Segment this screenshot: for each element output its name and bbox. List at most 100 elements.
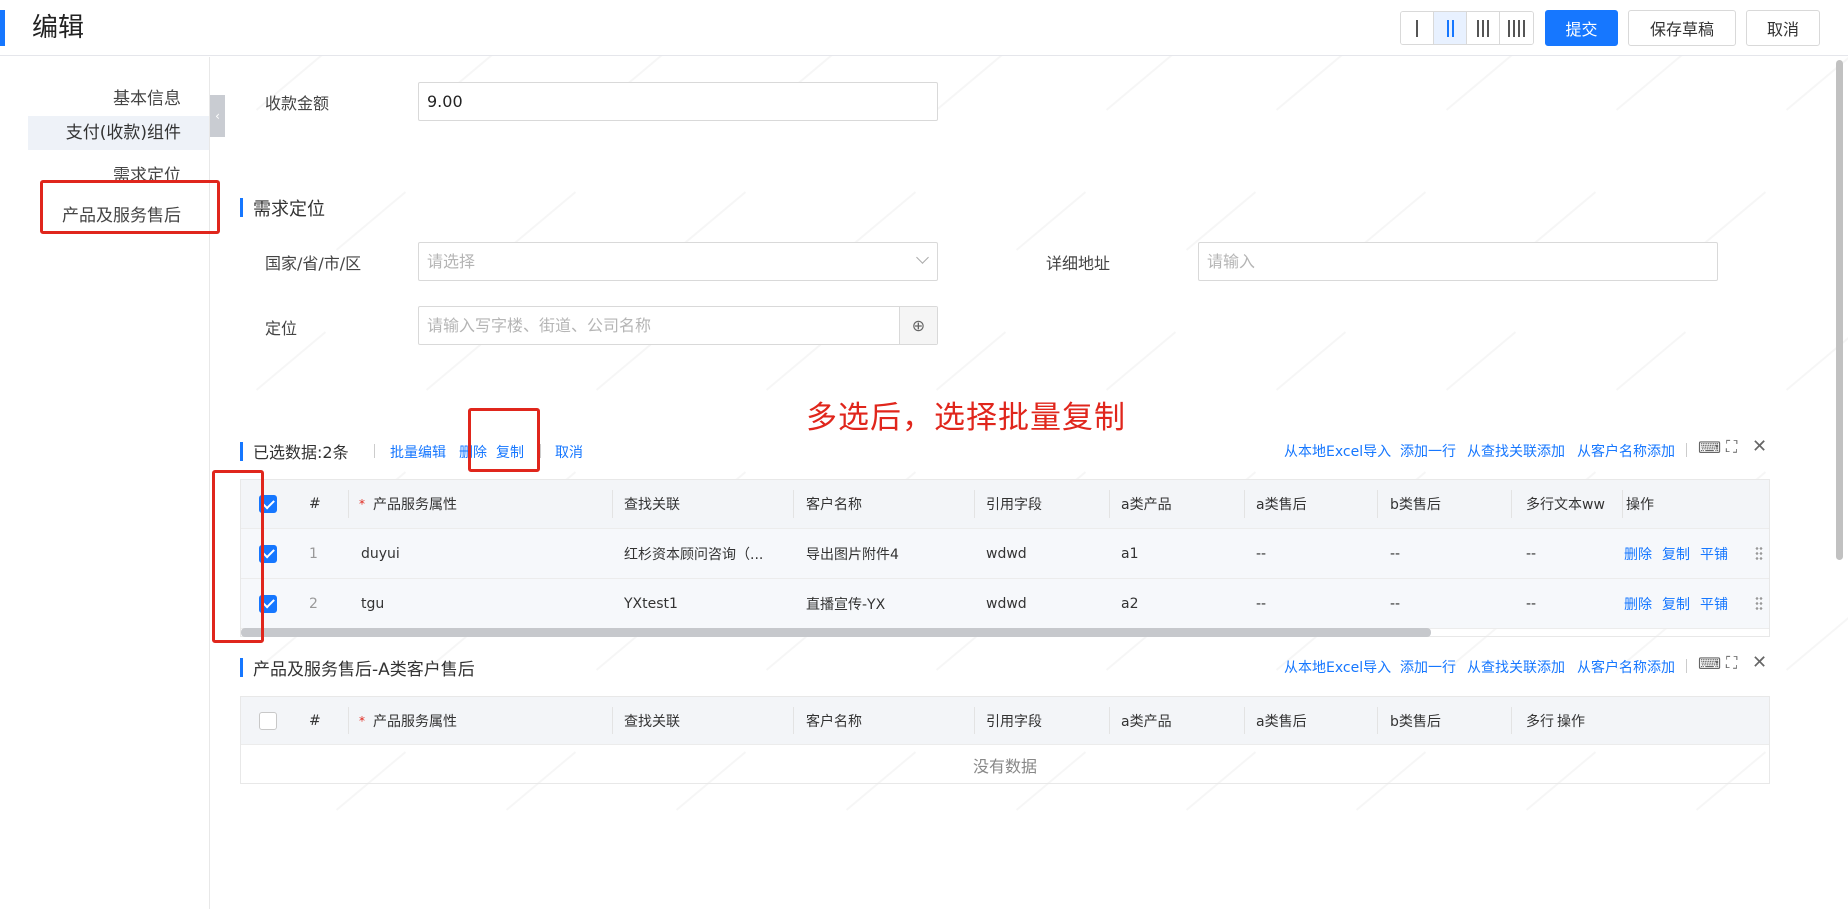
cell-lookup[interactable]: 红杉资本顾问咨询（... (624, 529, 763, 578)
row-delete-link[interactable]: 删除 (1624, 594, 1652, 614)
cell-lookup[interactable]: YXtest1 (624, 579, 678, 628)
drag-handle-icon[interactable] (1755, 546, 1763, 562)
toolbar-divider (1686, 659, 1687, 673)
watermark-mark (1446, 51, 1516, 110)
address-input[interactable]: 请输入 (1198, 242, 1718, 281)
column-header: a类产品 (1121, 713, 1172, 730)
cell-attr[interactable]: tgu (361, 579, 384, 628)
watermark-mark (1616, 331, 1686, 390)
fullscreen-icon[interactable]: ⛶ (1726, 437, 1737, 457)
required-mark: * (359, 497, 365, 511)
location-label: 定位 (265, 319, 298, 338)
2-column-icon[interactable] (1434, 12, 1467, 44)
close-icon[interactable]: ✕ (1752, 436, 1767, 457)
region-select[interactable]: 请选择 (418, 242, 938, 281)
table-row[interactable]: 2 tgu YXtest1 直播宣传-YX wdwd a2 -- -- -- 删… (241, 579, 1769, 629)
address-label: 详细地址 (1046, 254, 1111, 273)
chevron-down-icon (916, 251, 929, 264)
column-header: * 产品服务属性 (359, 497, 457, 513)
fullscreen-icon[interactable]: ⛶ (1726, 653, 1737, 673)
import-excel-link[interactable]: 从本地Excel导入 (1284, 441, 1391, 461)
row-tile-link[interactable]: 平铺 (1700, 544, 1728, 564)
globe-location-icon[interactable]: ⊕ (899, 307, 937, 344)
toolbar-divider (374, 444, 375, 458)
watermark-mark (1016, 191, 1086, 250)
select-all-checkbox[interactable] (259, 711, 277, 730)
row-operations: 删除 复制 平铺 (1624, 529, 1738, 578)
annotation-text: 多选后，选择批量复制 (806, 400, 1126, 436)
column-header: 客户名称 (806, 497, 862, 513)
cell-a-product[interactable]: a2 (1121, 579, 1139, 628)
amount-input[interactable]: 9.00 (418, 82, 938, 121)
add-from-lookup-link[interactable]: 从查找关联添加 (1467, 657, 1565, 677)
cell-customer[interactable]: 导出图片附件4 (806, 529, 899, 578)
annotation-highlight-sidebar (40, 180, 220, 234)
row-copy-link[interactable]: 复制 (1662, 594, 1690, 614)
page-vertical-scrollbar[interactable] (1836, 60, 1843, 560)
close-icon[interactable]: ✕ (1752, 652, 1767, 673)
column-header: 引用字段 (986, 713, 1042, 730)
horizontal-scrollbar[interactable] (241, 628, 1431, 637)
after-sales-section-title: 产品及服务售后-A类客户售后 (240, 655, 475, 680)
table-header-row: # * 产品服务属性 查找关联 客户名称 引用字段 a类产品 a类售后 b类售后 … (241, 697, 1769, 745)
1-column-icon[interactable] (1401, 12, 1434, 44)
table-row[interactable]: 1 duyui 红杉资本顾问咨询（... 导出图片附件4 wdwd a1 -- … (241, 529, 1769, 579)
watermark-mark (1616, 51, 1686, 110)
amount-label: 收款金额 (265, 94, 330, 113)
column-layout-switch (1400, 11, 1534, 45)
column-header: 客户名称 (806, 713, 862, 730)
sidebar-collapse-handle[interactable]: ‹ (210, 95, 225, 137)
watermark-mark (1446, 331, 1516, 390)
row-copy-link[interactable]: 复制 (1662, 544, 1690, 564)
annotation-highlight-copy (468, 408, 540, 472)
watermark-mark (936, 51, 1006, 110)
column-header: a类售后 (1256, 713, 1307, 730)
cell-a-after[interactable]: -- (1256, 529, 1266, 578)
add-from-customer-link[interactable]: 从客户名称添加 (1577, 657, 1675, 677)
location-placeholder: 请输入写字楼、街道、公司名称 (427, 316, 652, 335)
add-row-link[interactable]: 添加一行 (1400, 657, 1456, 677)
cell-attr[interactable]: duyui (361, 529, 400, 578)
row-delete-link[interactable]: 删除 (1624, 544, 1652, 564)
empty-state-text: 没有数据 (972, 757, 1037, 776)
add-row-link[interactable]: 添加一行 (1400, 441, 1456, 461)
cancel-button[interactable]: 取消 (1746, 10, 1820, 46)
cell-a-product[interactable]: a1 (1121, 529, 1139, 578)
row-tile-link[interactable]: 平铺 (1700, 594, 1728, 614)
toolbar-divider (1686, 443, 1687, 457)
header-accent-bar (0, 10, 5, 46)
cell-a-after[interactable]: -- (1256, 579, 1266, 628)
cell-customer[interactable]: 直播宣传-YX (806, 579, 885, 628)
column-header: 多行 (1526, 713, 1554, 730)
location-input[interactable]: 请输入写字楼、街道、公司名称 ⊕ (418, 306, 938, 345)
sidebar-item-basic-info[interactable]: 基本信息 (113, 84, 181, 109)
add-from-lookup-link[interactable]: 从查找关联添加 (1467, 441, 1565, 461)
submit-button[interactable]: 提交 (1545, 10, 1618, 46)
cell-b-after[interactable]: -- (1390, 529, 1400, 578)
batch-edit-link[interactable]: 批量编辑 (390, 442, 446, 462)
4-column-icon[interactable] (1500, 12, 1533, 44)
3-column-icon[interactable] (1467, 12, 1500, 44)
keyboard-icon[interactable]: ⌨ (1698, 438, 1721, 457)
cell-multi[interactable]: -- (1526, 529, 1536, 578)
region-label: 国家/省/市/区 (265, 254, 362, 273)
page-header: 编辑 提交 保存草稿 取消 (0, 0, 1848, 56)
keyboard-icon[interactable]: ⌨ (1698, 654, 1721, 673)
drag-handle-icon[interactable] (1755, 596, 1763, 612)
page-title: 编辑 (32, 13, 85, 43)
watermark-mark (936, 331, 1006, 390)
sidebar-item-payment[interactable]: 支付(收款)组件 (28, 116, 209, 150)
add-from-customer-link[interactable]: 从客户名称添加 (1577, 441, 1675, 461)
save-draft-button[interactable]: 保存草稿 (1628, 10, 1736, 46)
cell-b-after[interactable]: -- (1390, 579, 1400, 628)
column-header: 查找关联 (624, 497, 680, 513)
import-excel-link[interactable]: 从本地Excel导入 (1284, 657, 1391, 677)
toolbar-divider (540, 444, 541, 458)
cancel-selection-link[interactable]: 取消 (555, 442, 583, 462)
column-header: * 产品服务属性 (359, 713, 457, 730)
cell-ref: wdwd (986, 545, 1027, 562)
column-header: b类售后 (1390, 713, 1441, 730)
cell-multi[interactable]: -- (1526, 579, 1536, 628)
column-header: # (309, 496, 321, 512)
column-header: 操作 (1626, 497, 1654, 513)
